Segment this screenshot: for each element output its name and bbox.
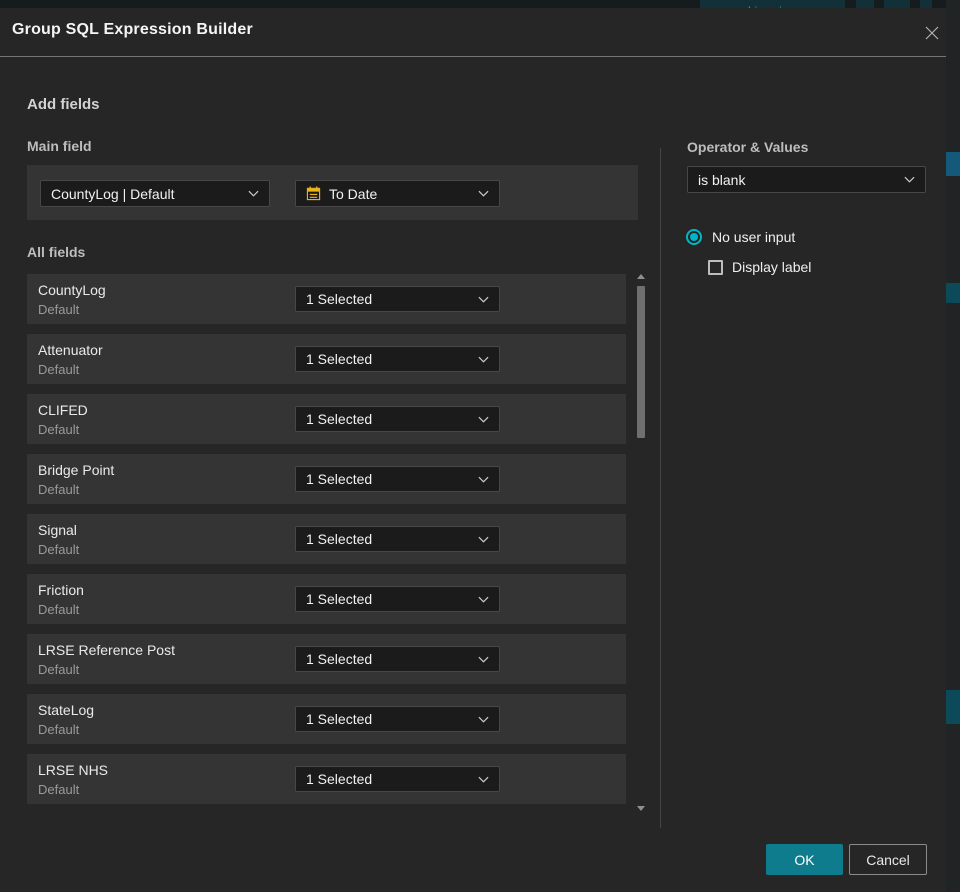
chevron-down-icon	[904, 176, 915, 183]
chevron-down-icon	[478, 476, 489, 483]
calendar-date-icon	[306, 186, 321, 201]
field-name: LRSE NHS	[38, 762, 109, 778]
field-name: Friction	[38, 582, 84, 598]
background-toolbar-fragment	[884, 0, 910, 8]
chevron-down-icon	[248, 190, 259, 197]
field-sublabel: Default	[38, 782, 80, 797]
fields-list-scrollbar[interactable]	[634, 272, 648, 813]
field-selection-value: 1 Selected	[306, 651, 373, 667]
group-sql-expression-builder-dialog: Group SQL Expression Builder Add fields …	[0, 8, 946, 892]
field-row: Signal Default 1 Selected	[27, 514, 626, 564]
background-toolbar-fragment	[856, 0, 874, 8]
field-selection-dropdown[interactable]: 1 Selected	[295, 646, 500, 672]
field-selection-dropdown[interactable]: 1 Selected	[295, 286, 500, 312]
main-field-label: Main field	[27, 138, 92, 154]
radio-selected-icon	[686, 229, 702, 245]
background-toolbar-fragment	[920, 0, 932, 8]
field-selection-dropdown[interactable]: 1 Selected	[295, 706, 500, 732]
field-sublabel: Default	[38, 482, 80, 497]
section-divider	[660, 148, 661, 828]
field-name: Signal	[38, 522, 77, 538]
all-fields-label: All fields	[27, 244, 86, 260]
scrollbar-up-arrow-icon[interactable]	[637, 274, 645, 279]
field-selection-dropdown[interactable]: 1 Selected	[295, 526, 500, 552]
field-sublabel: Default	[38, 602, 80, 617]
screen: Live view Group SQL Expression Builder A…	[0, 0, 960, 892]
main-field-type-value: To Date	[329, 185, 378, 202]
field-sublabel: Default	[38, 422, 80, 437]
chevron-down-icon	[478, 190, 489, 197]
operator-dropdown-value: is blank	[698, 171, 746, 188]
field-row: LRSE NHS Default 1 Selected	[27, 754, 626, 804]
no-user-input-label: No user input	[712, 229, 796, 245]
x-icon	[923, 24, 941, 45]
field-name: LRSE Reference Post	[38, 642, 175, 658]
chevron-down-icon	[478, 356, 489, 363]
field-selection-dropdown[interactable]: 1 Selected	[295, 586, 500, 612]
dialog-header: Group SQL Expression Builder	[0, 8, 946, 57]
main-field-dropdown[interactable]: CountyLog | Default	[40, 180, 270, 207]
display-label-checkbox[interactable]: Display label	[708, 259, 811, 275]
background-app-right-strip	[946, 0, 960, 892]
close-button[interactable]	[918, 22, 946, 46]
field-selection-dropdown[interactable]: 1 Selected	[295, 406, 500, 432]
operator-dropdown[interactable]: is blank	[687, 166, 926, 193]
field-name: CLIFED	[38, 402, 88, 418]
field-selection-value: 1 Selected	[306, 411, 373, 427]
chevron-down-icon	[478, 716, 489, 723]
field-row: Bridge Point Default 1 Selected	[27, 454, 626, 504]
field-name: StateLog	[38, 702, 95, 718]
chevron-down-icon	[478, 416, 489, 423]
chevron-down-icon	[478, 536, 489, 543]
field-selection-dropdown[interactable]: 1 Selected	[295, 766, 500, 792]
field-row: Friction Default 1 Selected	[27, 574, 626, 624]
display-label-label: Display label	[732, 259, 812, 275]
checkbox-unchecked-icon	[708, 259, 723, 275]
field-sublabel: Default	[38, 722, 80, 737]
main-field-dropdown-value: CountyLog | Default	[51, 185, 175, 202]
all-fields-list: CountyLog Default 1 Selected Attenuator …	[27, 274, 626, 814]
field-selection-dropdown[interactable]: 1 Selected	[295, 346, 500, 372]
ok-button[interactable]: OK	[766, 844, 843, 875]
main-field-type-dropdown[interactable]: To Date	[295, 180, 500, 207]
background-selected-item-fragment	[946, 690, 960, 724]
field-selection-value: 1 Selected	[306, 471, 373, 487]
field-name: Bridge Point	[38, 462, 115, 478]
background-selected-item-fragment	[946, 283, 960, 303]
no-user-input-radio[interactable]: No user input	[686, 229, 795, 245]
dialog-title: Group SQL Expression Builder	[12, 21, 253, 38]
field-row: StateLog Default 1 Selected	[27, 694, 626, 744]
field-selection-value: 1 Selected	[306, 771, 373, 787]
field-selection-value: 1 Selected	[306, 351, 373, 367]
field-row: CLIFED Default 1 Selected	[27, 394, 626, 444]
field-selection-value: 1 Selected	[306, 591, 373, 607]
field-name: CountyLog	[38, 282, 106, 298]
field-sublabel: Default	[38, 362, 80, 377]
chevron-down-icon	[478, 596, 489, 603]
live-view-button[interactable]: Live view	[700, 0, 845, 8]
field-sublabel: Default	[38, 302, 80, 317]
scrollbar-down-arrow-icon[interactable]	[637, 806, 645, 811]
field-selection-value: 1 Selected	[306, 531, 373, 547]
field-sublabel: Default	[38, 662, 80, 677]
field-row: CountyLog Default 1 Selected	[27, 274, 626, 324]
cancel-button[interactable]: Cancel	[849, 844, 927, 875]
chevron-down-icon	[478, 656, 489, 663]
background-app-top-strip: Live view	[0, 0, 960, 8]
chevron-down-icon	[478, 296, 489, 303]
operator-values-label: Operator & Values	[687, 139, 809, 155]
scrollbar-thumb[interactable]	[637, 286, 645, 438]
field-row: LRSE Reference Post Default 1 Selected	[27, 634, 626, 684]
main-field-panel: CountyLog | Default To Date	[27, 165, 638, 220]
background-selected-item-fragment	[946, 152, 960, 176]
field-sublabel: Default	[38, 542, 80, 557]
field-row: Attenuator Default 1 Selected	[27, 334, 626, 384]
field-selection-dropdown[interactable]: 1 Selected	[295, 466, 500, 492]
field-selection-value: 1 Selected	[306, 291, 373, 307]
add-fields-heading: Add fields	[27, 96, 100, 113]
field-name: Attenuator	[38, 342, 103, 358]
chevron-down-icon	[478, 776, 489, 783]
field-selection-value: 1 Selected	[306, 711, 373, 727]
